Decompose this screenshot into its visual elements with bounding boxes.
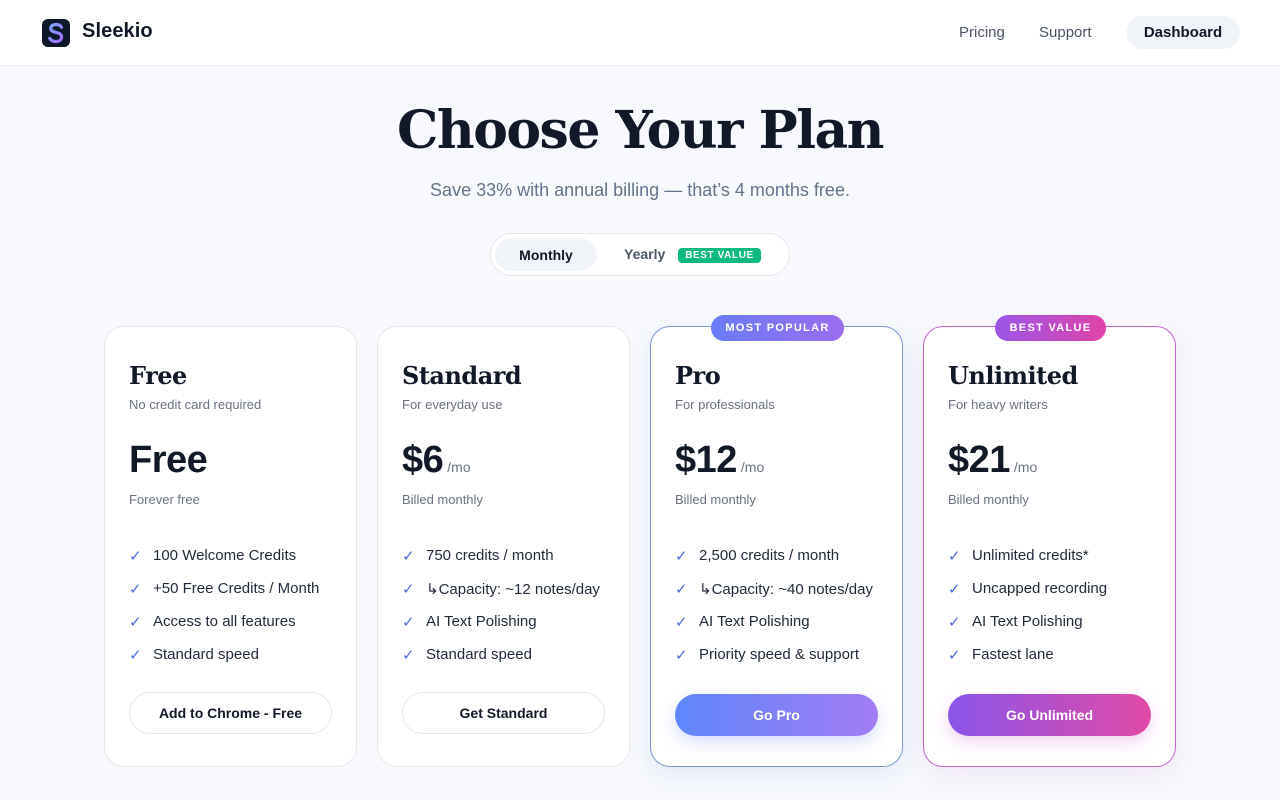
plan-price: $21	[948, 439, 1010, 481]
feature-text: 750 credits / month	[426, 547, 554, 564]
price-row: $21 /mo	[948, 439, 1037, 482]
feature-item: ✓ Unlimited credits*	[948, 539, 1158, 572]
feature-text: AI Text Polishing	[972, 613, 1083, 630]
plan-description: For professionals	[675, 397, 775, 412]
feature-item: ✓ +50 Free Credits / Month	[129, 572, 339, 605]
check-icon: ✓	[402, 547, 415, 565]
page-subtitle: Save 33% with annual billing — that’s 4 …	[430, 180, 850, 200]
check-icon: ✓	[948, 547, 961, 565]
check-icon: ✓	[948, 613, 961, 631]
check-icon: ✓	[948, 646, 961, 664]
feature-text: Fastest lane	[972, 646, 1054, 663]
get-standard-button[interactable]: Get Standard	[402, 692, 605, 734]
feature-item: ✓ AI Text Polishing	[675, 605, 885, 638]
monthly-toggle-option[interactable]: Monthly	[495, 238, 597, 271]
page-title: Choose Your Plan	[397, 100, 884, 161]
feature-text: AI Text Polishing	[426, 613, 537, 630]
dashboard-button[interactable]: Dashboard	[1126, 16, 1240, 49]
feature-text: Standard speed	[153, 646, 259, 663]
plan-description: No credit card required	[129, 397, 262, 412]
plan-card-unlimited: BEST VALUE Unlimited For heavy writers $…	[923, 315, 1176, 767]
plan-name: Pro	[675, 361, 721, 390]
plan-card-pro: MOST POPULAR Pro For professionals $12 /…	[650, 315, 903, 767]
plan-name: Standard	[402, 361, 522, 390]
feature-text: ↳Capacity: ~40 notes/day	[699, 580, 873, 598]
feature-list: ✓ 100 Welcome Credits ✓ +50 Free Credits /…	[129, 539, 339, 671]
price-row: $6 /mo	[402, 439, 471, 482]
check-icon: ✓	[129, 646, 142, 664]
price-row: $12 /mo	[675, 439, 764, 482]
feature-text: AI Text Polishing	[699, 613, 810, 630]
feature-text: 2,500 credits / month	[699, 547, 840, 564]
plan-card-free: Free No credit card required Free Foreve…	[104, 326, 357, 767]
feature-item: ✓ Standard speed	[402, 638, 612, 671]
feature-list: ✓ 750 credits / month ✓ ↳Capacity: ~12 not…	[402, 539, 612, 671]
check-icon: ✓	[129, 613, 142, 631]
feature-list: ✓ 2,500 credits / month ✓ ↳Capacity: ~40 n…	[675, 539, 885, 671]
add-to-chrome-button[interactable]: Add to Chrome - Free	[129, 692, 332, 734]
brand-name[interactable]: Sleekio	[82, 20, 153, 43]
check-icon: ✓	[675, 580, 688, 598]
logo-icon[interactable]	[42, 19, 70, 47]
billing-note: Forever free	[129, 492, 200, 507]
feature-text: Access to all features	[153, 613, 296, 630]
check-icon: ✓	[948, 580, 961, 598]
yearly-toggle-option[interactable]: Yearly	[624, 246, 665, 262]
feature-text: 100 Welcome Credits	[153, 547, 297, 564]
plan-name: Unlimited	[948, 361, 1078, 390]
most-popular-ribbon: MOST POPULAR	[711, 315, 844, 341]
check-icon: ✓	[402, 613, 415, 631]
feature-item: ✓ Standard speed	[129, 638, 339, 671]
feature-item: ✓ AI Text Polishing	[948, 605, 1158, 638]
check-icon: ✓	[402, 580, 415, 598]
billing-note: Billed monthly	[675, 492, 756, 507]
price-row: Free	[129, 439, 208, 482]
plan-description: For heavy writers	[948, 397, 1048, 412]
nav-support-link[interactable]: Support	[1039, 24, 1092, 41]
go-unlimited-button[interactable]: Go Unlimited	[948, 694, 1151, 736]
plan-price: $12	[675, 439, 737, 481]
price-period: /mo	[447, 459, 471, 475]
billing-note: Billed monthly	[402, 492, 483, 507]
feature-item: ✓ Access to all features	[129, 605, 339, 638]
plan-price: $6	[402, 439, 444, 481]
feature-text: Priority speed & support	[699, 646, 860, 663]
feature-list: ✓ Unlimited credits* ✓ Uncapped recording …	[948, 539, 1158, 671]
price-period: /mo	[740, 459, 765, 475]
billing-note: Billed monthly	[948, 492, 1029, 507]
top-navigation-bar: Sleekio Pricing Support Dashboard	[0, 0, 1280, 66]
feature-item: ✓ 750 credits / month	[402, 539, 612, 572]
best-value-ribbon: BEST VALUE	[995, 315, 1106, 341]
check-icon: ✓	[129, 580, 142, 598]
billing-period-toggle: Monthly Yearly BEST VALUE	[490, 233, 790, 276]
feature-item: ✓ ↳Capacity: ~40 notes/day	[675, 572, 885, 605]
logo-s-glyph	[48, 22, 64, 44]
feature-text: Standard speed	[426, 646, 532, 663]
feature-item: ✓ Uncapped recording	[948, 572, 1158, 605]
feature-item: ✓ ↳Capacity: ~12 notes/day	[402, 572, 612, 605]
feature-text: +50 Free Credits / Month	[153, 580, 320, 597]
feature-item: ✓ AI Text Polishing	[402, 605, 612, 638]
feature-text: Unlimited credits*	[972, 547, 1089, 564]
nav-pricing-link[interactable]: Pricing	[959, 24, 1005, 41]
go-pro-button[interactable]: Go Pro	[675, 694, 878, 736]
plan-name: Free	[129, 361, 187, 390]
check-icon: ✓	[675, 547, 688, 565]
check-icon: ✓	[402, 646, 415, 664]
plan-card-standard: Standard For everyday use $6 /mo Billed …	[377, 326, 630, 767]
plan-description: For everyday use	[402, 397, 503, 412]
best-value-badge: BEST VALUE	[678, 248, 761, 263]
price-period: /mo	[1013, 459, 1038, 475]
check-icon: ✓	[675, 613, 688, 631]
check-icon: ✓	[129, 547, 142, 565]
feature-item: ✓ 100 Welcome Credits	[129, 539, 339, 572]
check-icon: ✓	[675, 646, 688, 664]
feature-item: ✓ 2,500 credits / month	[675, 539, 885, 572]
feature-text: Uncapped recording	[972, 580, 1108, 597]
feature-text: ↳Capacity: ~12 notes/day	[426, 580, 600, 598]
feature-item: ✓ Fastest lane	[948, 638, 1158, 671]
feature-item: ✓ Priority speed & support	[675, 638, 885, 671]
plan-price: Free	[129, 439, 208, 481]
